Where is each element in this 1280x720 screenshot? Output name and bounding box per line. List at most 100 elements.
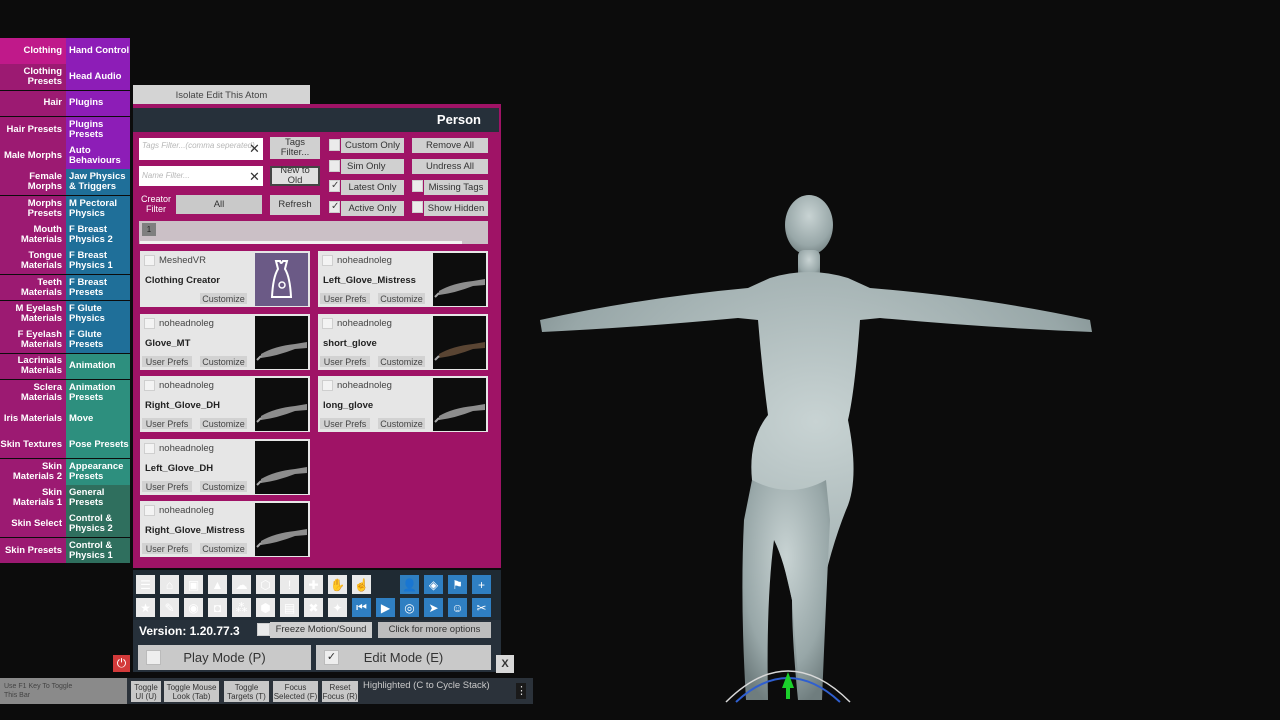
- tab-mouth-materials[interactable]: Mouth Materials: [0, 222, 66, 248]
- missing-tags-checkbox[interactable]: [412, 180, 423, 192]
- edit-scene-icon[interactable]: ✎: [160, 598, 179, 617]
- freeze-motion-label[interactable]: Freeze Motion/Sound: [270, 622, 372, 638]
- unity-icon[interactable]: ◈: [424, 575, 443, 594]
- tab-move[interactable]: Move: [66, 406, 130, 432]
- item-toggle-checkbox[interactable]: [144, 380, 155, 391]
- tab-hand-control[interactable]: Hand Control: [66, 38, 130, 64]
- selection-gizmo[interactable]: [725, 670, 851, 703]
- pointer-icon[interactable]: ➤: [424, 598, 443, 617]
- refresh-button[interactable]: Refresh: [270, 195, 320, 215]
- custom-only-label[interactable]: Custom Only: [341, 138, 404, 153]
- tags-filter-input[interactable]: Tags Filter...(comma seperated): [139, 138, 263, 160]
- tab-morphs-presets[interactable]: Morphs Presets: [0, 195, 66, 222]
- latest-only-checkbox[interactable]: ✓: [329, 180, 340, 192]
- user-prefs-button[interactable]: User Prefs: [320, 293, 370, 304]
- show-hidden-checkbox[interactable]: [412, 201, 423, 213]
- play-mode-button[interactable]: Play Mode (P): [138, 645, 311, 670]
- clothing-item-card[interactable]: noheadnoleg short_glove User Prefs Custom…: [318, 314, 488, 370]
- item-toggle-checkbox[interactable]: [322, 255, 333, 266]
- tab-head-audio[interactable]: Head Audio: [66, 64, 130, 91]
- more-options-button[interactable]: Click for more options: [378, 622, 491, 638]
- creator-filter-select[interactable]: All: [176, 195, 262, 214]
- freeze-motion-checkbox[interactable]: [257, 623, 270, 636]
- customize-button[interactable]: Customize: [200, 418, 247, 429]
- tab-f-glute-physics[interactable]: F Glute Physics: [66, 300, 130, 327]
- item-toggle-checkbox[interactable]: [144, 505, 155, 516]
- toggle-mouse-look-button[interactable]: Toggle Mouse Look (Tab): [164, 681, 219, 702]
- save-icon[interactable]: ▲: [208, 575, 227, 594]
- clear-tags-icon[interactable]: ✕: [249, 141, 260, 157]
- tab-skin-select[interactable]: Skin Select: [0, 511, 66, 538]
- tab-f-eyelash-materials[interactable]: F Eyelash Materials: [0, 327, 66, 354]
- focus-selected-button[interactable]: Focus Selected (F): [273, 681, 318, 702]
- user-prefs-button[interactable]: User Prefs: [320, 418, 370, 429]
- reset-focus-button[interactable]: Reset Focus (R): [322, 681, 358, 702]
- tab-skin-materials-1[interactable]: Skin Materials 1: [0, 485, 66, 511]
- menu-dots-icon[interactable]: ⋮: [516, 683, 527, 699]
- item-toggle-checkbox[interactable]: [144, 318, 155, 329]
- tab-m-pectoral-physics[interactable]: M Pectoral Physics: [66, 195, 130, 222]
- clothing-item-card[interactable]: noheadnoleg Left_Glove_DH User Prefs Cust…: [140, 439, 310, 495]
- person-remove-icon[interactable]: ✖: [304, 598, 323, 617]
- item-toggle-checkbox[interactable]: [322, 380, 333, 391]
- person-add-icon[interactable]: ✚: [304, 575, 323, 594]
- tab-pose-presets[interactable]: Pose Presets: [66, 432, 130, 459]
- user-prefs-button[interactable]: User Prefs: [142, 418, 192, 429]
- tab-clothing[interactable]: Clothing: [0, 38, 66, 64]
- customize-button[interactable]: Customize: [200, 481, 247, 492]
- sim-only-checkbox[interactable]: [329, 160, 340, 172]
- folder-icon[interactable]: ▣: [184, 575, 203, 594]
- box-icon[interactable]: ⬢: [256, 598, 275, 617]
- tab-f-breast-physics-2[interactable]: F Breast Physics 2: [66, 222, 130, 248]
- undress-all-button[interactable]: Undress All: [412, 159, 488, 174]
- tab-clothing-presets[interactable]: Clothing Presets: [0, 64, 66, 91]
- tab-animation-presets[interactable]: Animation Presets: [66, 379, 130, 406]
- tab-m-eyelash-materials[interactable]: M Eyelash Materials: [0, 300, 66, 327]
- person-model[interactable]: [540, 195, 1092, 700]
- edit-mode-checkbox[interactable]: ✓: [324, 650, 339, 665]
- sim-only-label[interactable]: Sim Only: [341, 159, 404, 174]
- tab-control-physics-1[interactable]: Control & Physics 1: [66, 537, 130, 564]
- customize-button[interactable]: Customize: [378, 293, 425, 304]
- sort-new-to-old-button[interactable]: New to Old: [270, 166, 320, 186]
- tab-appearance-presets[interactable]: Appearance Presets: [66, 458, 130, 485]
- clothing-item-card[interactable]: noheadnoleg Right_Glove_Mistress User Pr…: [140, 501, 310, 557]
- document-icon[interactable]: ▤: [280, 598, 299, 617]
- tab-sclera-materials[interactable]: Sclera Materials: [0, 379, 66, 406]
- latest-only-label[interactable]: Latest Only: [341, 180, 404, 195]
- flag-icon[interactable]: ⚑: [448, 575, 467, 594]
- clothing-item-card[interactable]: noheadnoleg long_glove User Prefs Customi…: [318, 376, 488, 432]
- customize-button[interactable]: Customize: [378, 418, 425, 429]
- customize-button[interactable]: Customize: [200, 543, 247, 554]
- screenshot-icon[interactable]: ◉: [184, 598, 203, 617]
- menu-icon[interactable]: ☰: [136, 575, 155, 594]
- missing-tags-label[interactable]: Missing Tags: [424, 180, 488, 195]
- item-toggle-checkbox[interactable]: [322, 318, 333, 329]
- tab-hair-presets[interactable]: Hair Presets: [0, 116, 66, 143]
- name-filter-input[interactable]: Name Filter...: [139, 166, 263, 186]
- target-icon[interactable]: ◎: [400, 598, 419, 617]
- power-button[interactable]: ⏻: [113, 655, 130, 672]
- tab-male-morphs[interactable]: Male Morphs: [0, 143, 66, 169]
- tab-f-glute-presets[interactable]: F Glute Presets: [66, 327, 130, 354]
- customize-button[interactable]: Customize: [378, 356, 425, 367]
- group-icon[interactable]: ☺: [448, 598, 467, 617]
- play-mode-checkbox[interactable]: [146, 650, 161, 665]
- tools-icon[interactable]: ✂: [472, 598, 491, 617]
- tab-lacrimals-materials[interactable]: Lacrimals Materials: [0, 353, 66, 380]
- package-icon[interactable]: ⬡: [256, 575, 275, 594]
- tab-f-breast-presets[interactable]: F Breast Presets: [66, 274, 130, 301]
- cloud-icon[interactable]: ☁: [232, 575, 251, 594]
- user-prefs-button[interactable]: User Prefs: [142, 543, 192, 554]
- user-prefs-button[interactable]: User Prefs: [142, 481, 192, 492]
- tab-jaw-physics-triggers[interactable]: Jaw Physics & Triggers: [66, 169, 130, 196]
- tab-skin-textures[interactable]: Skin Textures: [0, 432, 66, 459]
- show-hidden-label[interactable]: Show Hidden: [424, 201, 488, 216]
- alert-icon[interactable]: !: [280, 575, 299, 594]
- plus-icon[interactable]: +: [472, 575, 491, 594]
- tab-iris-materials[interactable]: Iris Materials: [0, 406, 66, 432]
- tab-plugins[interactable]: Plugins: [66, 90, 130, 117]
- user-prefs-button[interactable]: User Prefs: [142, 356, 192, 367]
- edit-mode-button[interactable]: ✓ Edit Mode (E): [316, 645, 491, 670]
- tab-control-physics-2[interactable]: Control & Physics 2: [66, 511, 130, 538]
